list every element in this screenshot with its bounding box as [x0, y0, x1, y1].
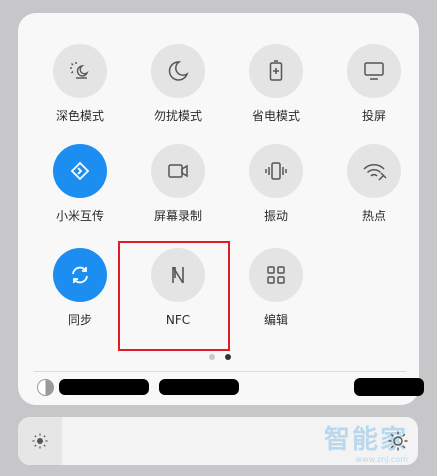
- tile-label: 深色模式: [55, 109, 104, 123]
- tile-label: 编辑: [263, 313, 288, 327]
- grid-icon: [249, 248, 303, 302]
- brightness-slider-fill: [18, 417, 62, 465]
- tile-label: 热点: [361, 209, 386, 223]
- moon-icon: [151, 44, 205, 98]
- tile-dark-mode[interactable]: 深色模式: [45, 44, 115, 134]
- tile-edit[interactable]: 编辑: [241, 248, 311, 338]
- watermark-sub: www.znj.com: [355, 455, 408, 464]
- monitor-icon: [347, 44, 401, 98]
- brightness-bar[interactable]: 智能家 www.znj.com: [18, 417, 418, 465]
- redacted-text: [59, 379, 149, 395]
- tile-hotspot[interactable]: 热点: [339, 144, 409, 234]
- tile-label: 投屏: [361, 109, 386, 123]
- status-row: [32, 378, 424, 398]
- vibrate-icon: [249, 144, 303, 198]
- mi-share-icon: [53, 144, 107, 198]
- video-camera-icon: [151, 144, 205, 198]
- tile-label: 勿扰模式: [153, 109, 202, 123]
- nfc-highlight-box: [118, 241, 230, 351]
- tile-sync[interactable]: 同步: [45, 248, 115, 338]
- tile-label: 同步: [67, 313, 92, 327]
- tile-power-saving[interactable]: 省电模式: [241, 44, 311, 134]
- tile-label: 省电模式: [251, 109, 300, 123]
- tile-label: 振动: [263, 209, 288, 223]
- brightness-icon: [37, 379, 54, 396]
- sun-large-icon: [388, 431, 408, 451]
- page-indicator-dot-2[interactable]: [225, 354, 231, 360]
- tile-mi-share[interactable]: 小米互传: [45, 144, 115, 234]
- page-indicator-dot-1[interactable]: [209, 354, 215, 360]
- redacted-text: [354, 378, 424, 396]
- tile-do-not-disturb[interactable]: 勿扰模式: [143, 44, 213, 134]
- tile-screen-cast[interactable]: 投屏: [339, 44, 409, 134]
- sun-small-icon: [32, 433, 48, 449]
- tile-screen-record[interactable]: 屏幕录制: [143, 144, 213, 234]
- sync-icon: [53, 248, 107, 302]
- battery-icon: [249, 44, 303, 98]
- divider: [34, 371, 406, 372]
- dark-mode-icon: [53, 44, 107, 98]
- quick-settings-panel: 深色模式 勿扰模式 省电模式 投屏 小米互传 屏幕录制 振动 热点 同步 NFC…: [18, 13, 424, 405]
- tile-label: 屏幕录制: [153, 209, 202, 223]
- tile-label: 小米互传: [55, 209, 104, 223]
- tile-vibrate[interactable]: 振动: [241, 144, 311, 234]
- hotspot-icon: [347, 144, 401, 198]
- redacted-text: [159, 379, 239, 395]
